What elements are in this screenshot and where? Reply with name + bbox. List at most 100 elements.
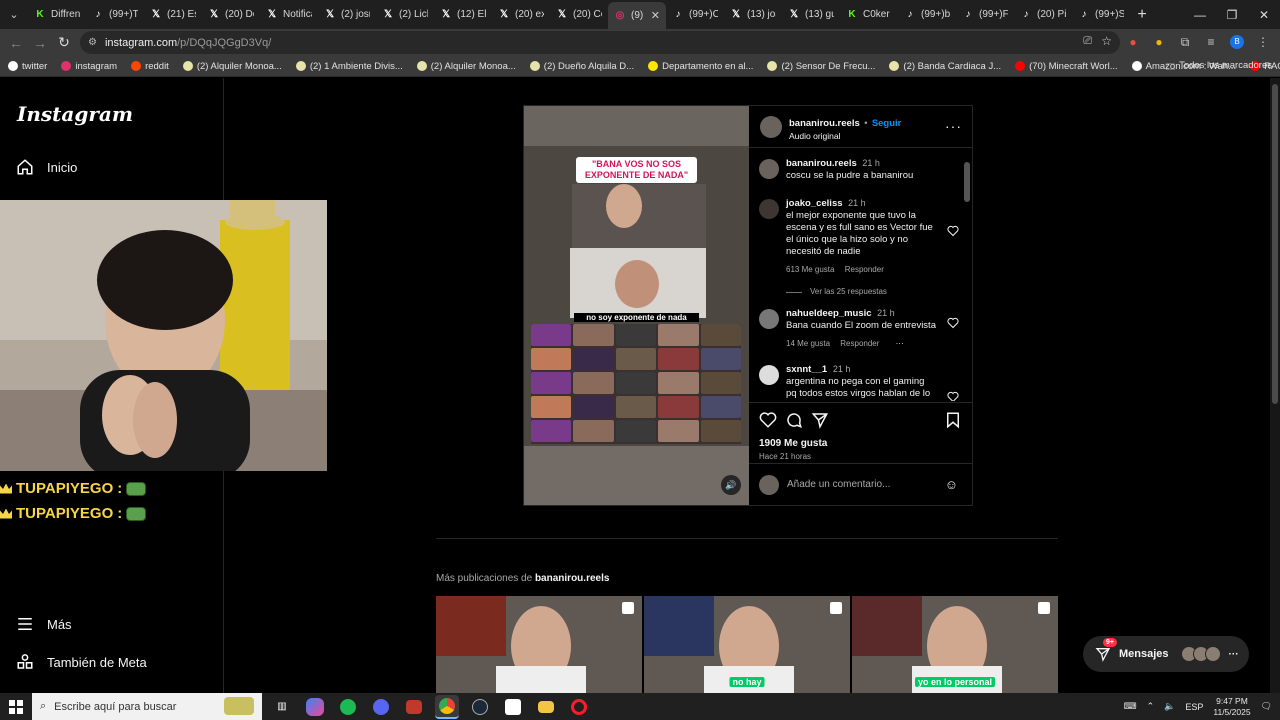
copilot-icon[interactable]: [306, 697, 324, 716]
comment-likes[interactable]: 613 Me gusta: [786, 265, 834, 274]
close-tab-icon[interactable]: ✕: [651, 9, 660, 22]
reply-button[interactable]: Responder: [840, 339, 879, 348]
windows-start-icon[interactable]: [0, 693, 32, 720]
bookmark-item[interactable]: (2) Sensor De Frecu...: [767, 61, 875, 72]
comments-scrollbar[interactable]: [964, 152, 970, 402]
install-app-icon[interactable]: ⎚: [1083, 35, 1092, 48]
steam-icon[interactable]: [468, 695, 492, 719]
discord-icon[interactable]: [369, 695, 393, 719]
bookmark-item[interactable]: (2) Dueño Alquila D...: [529, 61, 634, 72]
comment-icon[interactable]: [785, 411, 803, 429]
messages-button[interactable]: 9+ Mensajes ···: [1083, 636, 1249, 672]
author-name[interactable]: bananirou.reels: [789, 118, 860, 129]
author-avatar[interactable]: [760, 115, 782, 138]
media-controls-icon[interactable]: ≡: [1200, 31, 1222, 53]
all-bookmarks[interactable]: 🗀 Todos los marcadores: [1166, 60, 1272, 76]
avatar[interactable]: [759, 199, 779, 219]
profile-avatar[interactable]: B: [1226, 31, 1248, 53]
browser-tab[interactable]: 𝕏 (13) gu: [782, 0, 840, 28]
task-view-icon[interactable]: ▥: [270, 695, 294, 719]
like-icon[interactable]: [759, 411, 777, 429]
extension-red-icon[interactable]: ●: [1122, 31, 1144, 53]
browser-tab[interactable]: ♪ (99+)C: [666, 0, 724, 28]
browser-tab[interactable]: K Diffrent: [28, 0, 86, 28]
bookmark-item[interactable]: instagram: [61, 61, 117, 72]
bookmark-item[interactable]: reddit: [131, 61, 169, 72]
save-icon[interactable]: [944, 411, 962, 429]
minimize-icon[interactable]: —: [1184, 0, 1216, 29]
restore-icon[interactable]: ❐: [1216, 0, 1248, 29]
sidebar-item-inicio[interactable]: Inicio: [16, 158, 77, 176]
browser-tab[interactable]: 𝕏Notifica: [260, 0, 318, 28]
bookmark-item[interactable]: (70) Minecraft Worl...: [1015, 61, 1118, 72]
volume-icon[interactable]: 🔊: [721, 475, 741, 495]
post-thumbnail[interactable]: yo en lo personal: [852, 596, 1058, 693]
post-video[interactable]: "BANA VOS NO SOS EXPONENTE DE NADA" no s…: [524, 106, 749, 505]
browser-tab[interactable]: 𝕏 (20) ex: [492, 0, 550, 28]
browser-tab[interactable]: ◎ (9) ✕: [608, 2, 666, 29]
comment-options-icon[interactable]: ···: [896, 339, 904, 348]
sidebar-item-mas[interactable]: Más: [16, 615, 72, 633]
instagram-logo[interactable]: Instagram: [17, 102, 133, 126]
site-info-icon[interactable]: ⚙: [88, 37, 97, 48]
bookmark-item[interactable]: twitter: [8, 61, 47, 72]
notifications-icon[interactable]: 🗨: [1261, 701, 1272, 712]
audio-label[interactable]: Audio original: [789, 131, 901, 141]
bookmark-item[interactable]: (2) Banda Cardiaca J...: [889, 61, 1001, 72]
app-tray-icon[interactable]: [402, 695, 426, 719]
browser-tab[interactable]: 𝕏(21) Es: [144, 0, 202, 28]
browser-tab[interactable]: 𝕏 (12) El: [434, 0, 492, 28]
share-icon[interactable]: [811, 411, 829, 429]
forward-icon[interactable]: →: [28, 31, 52, 55]
browser-tab[interactable]: 𝕏(13) jos: [724, 0, 782, 28]
keyboard-icon[interactable]: ⌨: [1124, 701, 1137, 712]
clock[interactable]: 9:47 PM 11/5/2025: [1213, 696, 1250, 718]
chrome-icon[interactable]: [435, 694, 459, 719]
browser-tab[interactable]: ♪ (99+)S: [1072, 0, 1130, 28]
browser-tab[interactable]: 𝕏(20) Do: [202, 0, 260, 28]
bookmark-item[interactable]: (2) Alquiler Monoa...: [182, 61, 282, 72]
browser-tab[interactable]: ♪ (99+)Ti: [86, 0, 144, 28]
spotify-icon[interactable]: [336, 695, 360, 719]
file-explorer-icon[interactable]: [534, 695, 558, 719]
browser-tab[interactable]: ♪ (99+)F: [956, 0, 1014, 28]
avatar[interactable]: [759, 159, 779, 179]
browser-tab[interactable]: 𝕏(2) Lich: [376, 0, 434, 28]
heart-icon[interactable]: [947, 317, 959, 329]
opera-icon[interactable]: [567, 695, 591, 719]
comment-likes[interactable]: 14 Me gusta: [786, 339, 830, 348]
extension-color-icon[interactable]: ●: [1148, 31, 1170, 53]
bookmark-item[interactable]: (2) Alquiler Monoa...: [416, 61, 516, 72]
tab-search-icon[interactable]: ⌄: [0, 1, 28, 29]
bookmark-item[interactable]: (2) 1 Ambiente Divis...: [295, 61, 403, 72]
extensions-icon[interactable]: ⧉: [1174, 31, 1196, 53]
bookmark-star-icon[interactable]: ☆: [1101, 34, 1112, 48]
capcut-icon[interactable]: [501, 695, 525, 719]
back-icon[interactable]: ←: [4, 31, 28, 55]
heart-icon[interactable]: [947, 225, 959, 237]
taskbar-search[interactable]: ⌕ Escribe aquí para buscar: [32, 693, 262, 720]
comment-input[interactable]: Añade un comentario...: [787, 479, 937, 490]
emoji-icon[interactable]: ☺: [945, 477, 958, 492]
avatar[interactable]: [759, 365, 779, 385]
heart-icon[interactable]: [947, 391, 959, 401]
view-replies[interactable]: Ver las 25 respuestas: [786, 286, 936, 298]
like-count[interactable]: 1909 Me gusta: [759, 438, 827, 449]
post-thumbnail[interactable]: [436, 596, 642, 693]
follow-button[interactable]: Seguir: [872, 118, 902, 129]
bookmark-item[interactable]: Departamento en al...: [648, 61, 753, 72]
reload-icon[interactable]: ↻: [52, 31, 76, 55]
new-tab-button[interactable]: +: [1130, 6, 1154, 24]
close-window-icon[interactable]: ✕: [1248, 0, 1280, 29]
browser-tab[interactable]: 𝕏(20) Co: [550, 0, 608, 28]
more-menu-icon[interactable]: ⋮: [1252, 31, 1274, 53]
more-options-icon[interactable]: ···: [945, 118, 962, 134]
language-indicator[interactable]: ESP: [1185, 702, 1203, 712]
browser-tab[interactable]: ♪ (20) Pi: [1014, 0, 1072, 28]
page-scrollbar[interactable]: [1270, 78, 1280, 693]
reply-button[interactable]: Responder: [845, 265, 884, 274]
sidebar-item-meta[interactable]: También de Meta: [16, 653, 147, 671]
browser-tab[interactable]: ♪ (99+)b: [898, 0, 956, 28]
browser-tab[interactable]: 𝕏(2) josn: [318, 0, 376, 28]
address-bar[interactable]: ⚙ instagram.com/p/DQqJQGgD3Vq/ ⎚ ☆: [80, 31, 1120, 54]
